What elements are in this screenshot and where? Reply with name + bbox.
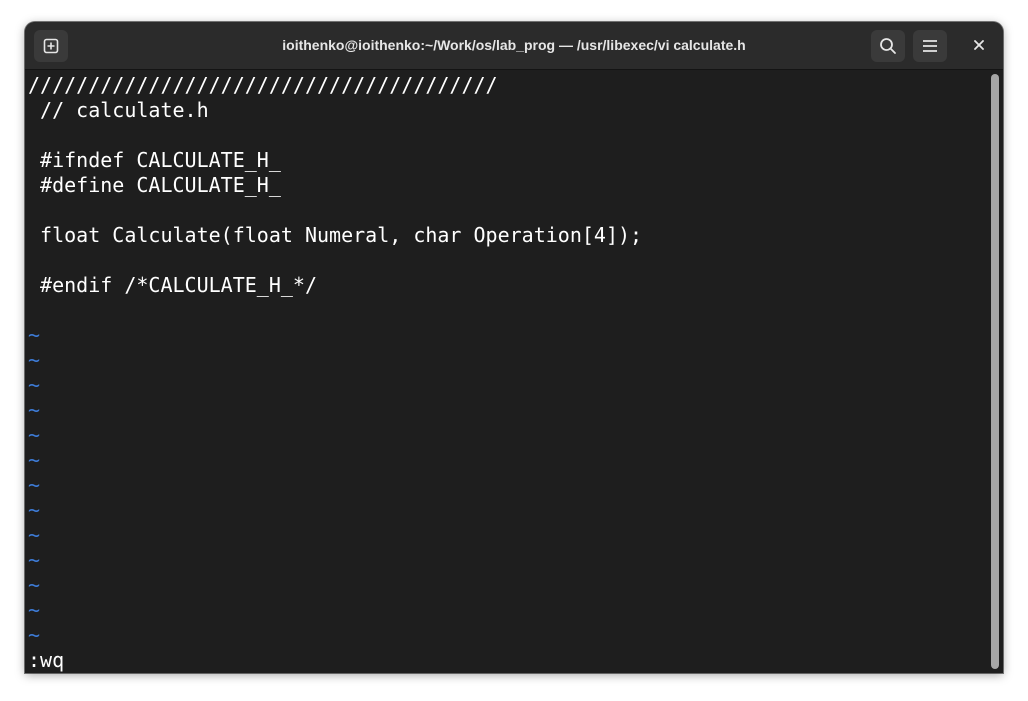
close-icon xyxy=(974,37,984,55)
close-button[interactable] xyxy=(966,33,992,59)
empty-line-tilde: ~ xyxy=(28,473,41,497)
code-line: #ifndef CALCULATE_H_ xyxy=(28,148,281,172)
empty-line-tilde: ~ xyxy=(28,398,41,422)
empty-line-tilde: ~ xyxy=(28,373,41,397)
empty-line-tilde: ~ xyxy=(28,523,41,547)
window-title: ioithenko@ioithenko:~/Work/os/lab_prog —… xyxy=(282,37,746,53)
menu-button[interactable] xyxy=(913,30,947,62)
empty-line-tilde: ~ xyxy=(28,448,41,472)
code-line: // calculate.h xyxy=(28,98,209,122)
title-bar: ioithenko@ioithenko:~/Work/os/lab_prog —… xyxy=(25,22,1003,70)
scrollbar[interactable] xyxy=(987,70,1003,673)
empty-line-tilde: ~ xyxy=(28,498,41,522)
search-icon xyxy=(879,37,897,55)
code-line: float Calculate(float Numeral, char Oper… xyxy=(28,223,643,247)
scrollbar-thumb[interactable] xyxy=(991,74,999,669)
code-line: #endif /*CALCULATE_H_*/ xyxy=(28,273,317,297)
empty-line-tilde: ~ xyxy=(28,573,41,597)
empty-line-tilde: ~ xyxy=(28,323,41,347)
command-line[interactable]: :wq xyxy=(28,648,64,673)
new-tab-button[interactable] xyxy=(34,30,68,62)
empty-line-tilde: ~ xyxy=(28,548,41,572)
empty-line-tilde: ~ xyxy=(28,423,41,447)
search-button[interactable] xyxy=(871,30,905,62)
code-line: #define CALCULATE_H_ xyxy=(28,173,281,197)
empty-line-tilde: ~ xyxy=(28,623,41,647)
hamburger-menu-icon xyxy=(922,39,938,53)
new-tab-icon xyxy=(43,38,59,54)
code-line: /////////////////////////////////////// xyxy=(28,73,498,97)
terminal-window: ioithenko@ioithenko:~/Work/os/lab_prog —… xyxy=(25,22,1003,673)
terminal-content[interactable]: /////////////////////////////////////// … xyxy=(25,70,1003,673)
empty-line-tilde: ~ xyxy=(28,598,41,622)
empty-line-tilde: ~ xyxy=(28,348,41,372)
